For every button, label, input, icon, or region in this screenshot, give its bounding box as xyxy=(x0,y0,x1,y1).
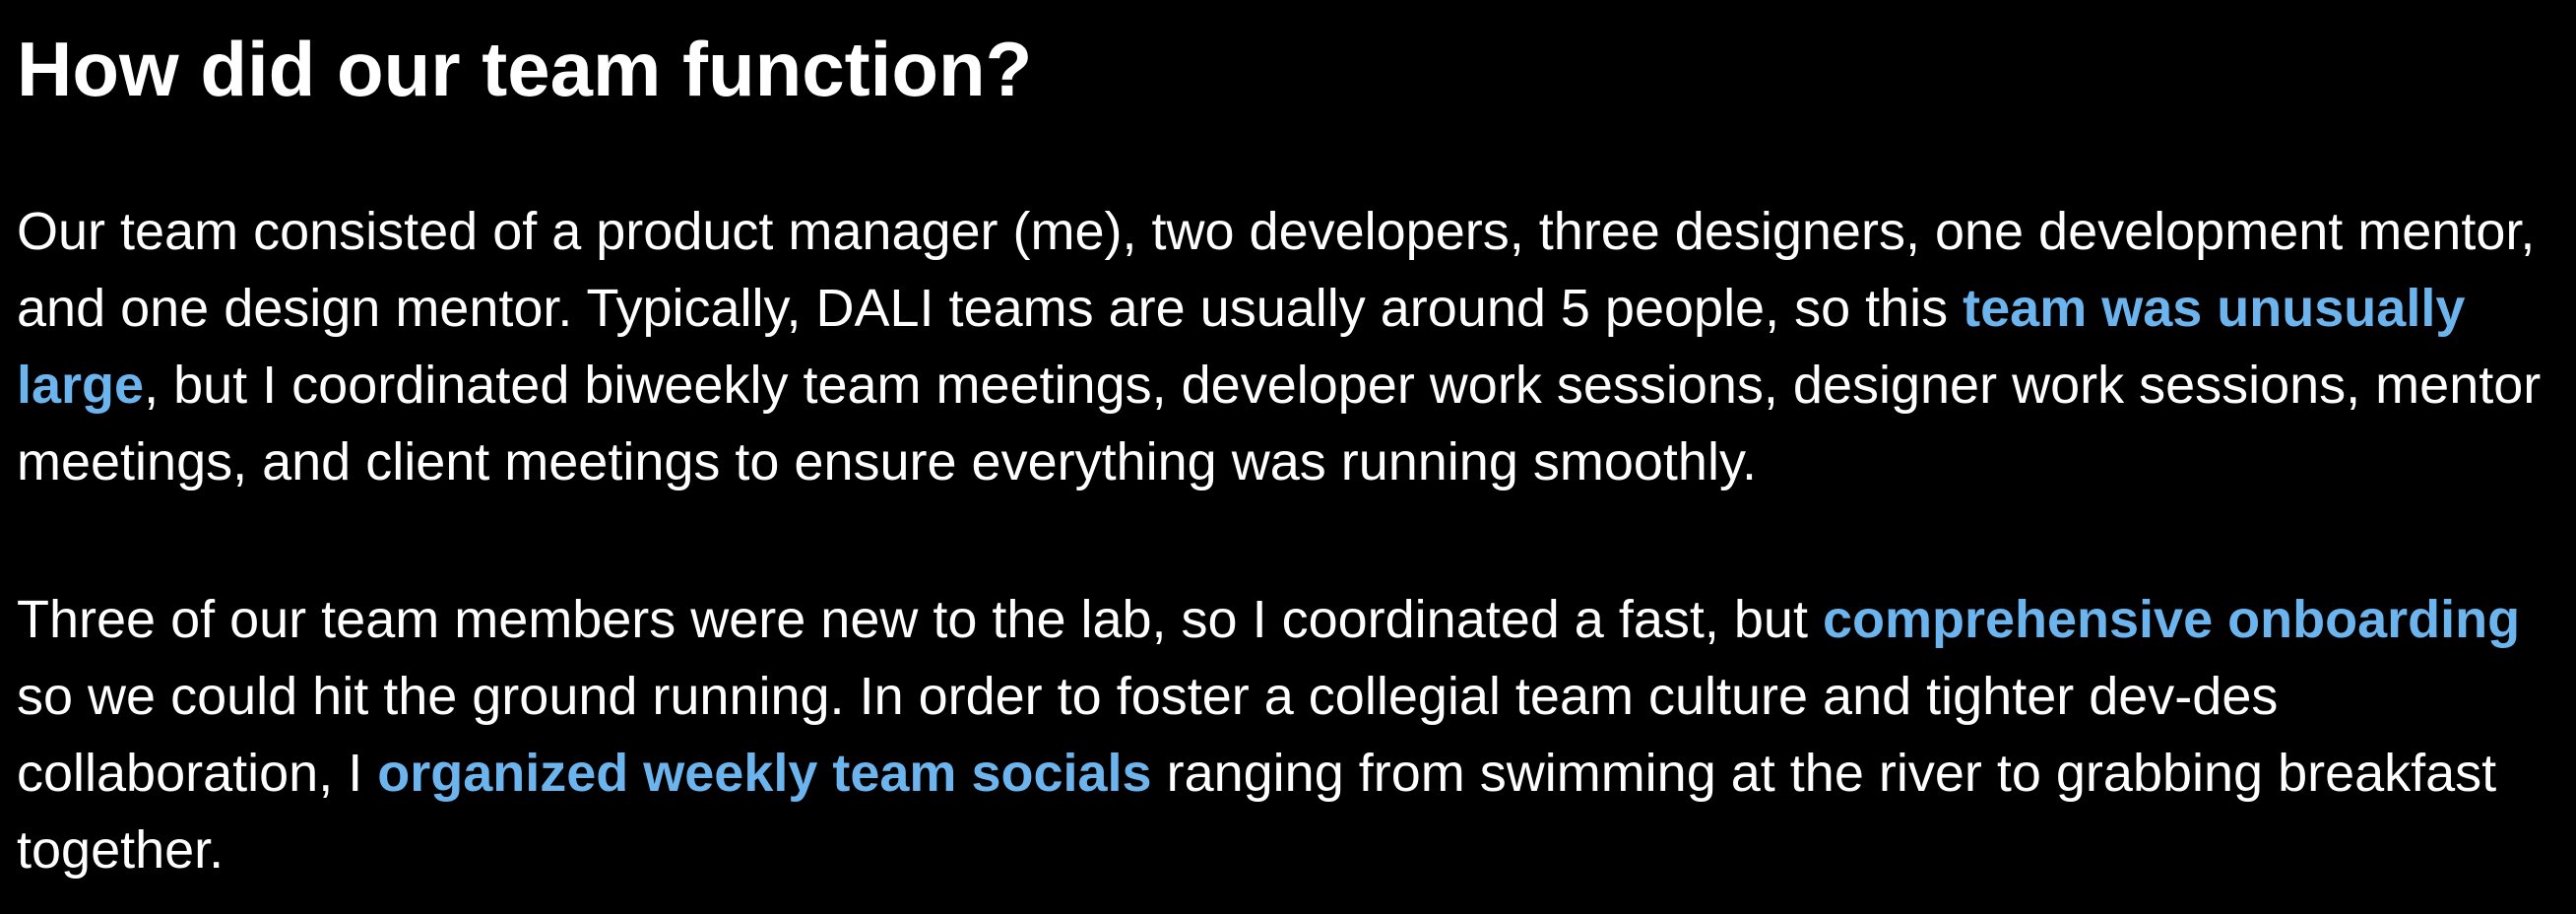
highlight-team-socials: organized weekly team socials xyxy=(377,744,1152,803)
section-heading: How did our team function? xyxy=(17,26,1033,112)
highlight-onboarding: comprehensive onboarding xyxy=(1822,590,2521,649)
paragraph-team-culture: Three of our team members were new to th… xyxy=(17,581,2567,888)
paragraph-team-composition: Our team consisted of a product manager … xyxy=(17,193,2567,500)
paragraph-text: Three of our team members were new to th… xyxy=(17,590,1823,649)
paragraph-text: , but I coordinated biweekly team meetin… xyxy=(17,356,2542,491)
